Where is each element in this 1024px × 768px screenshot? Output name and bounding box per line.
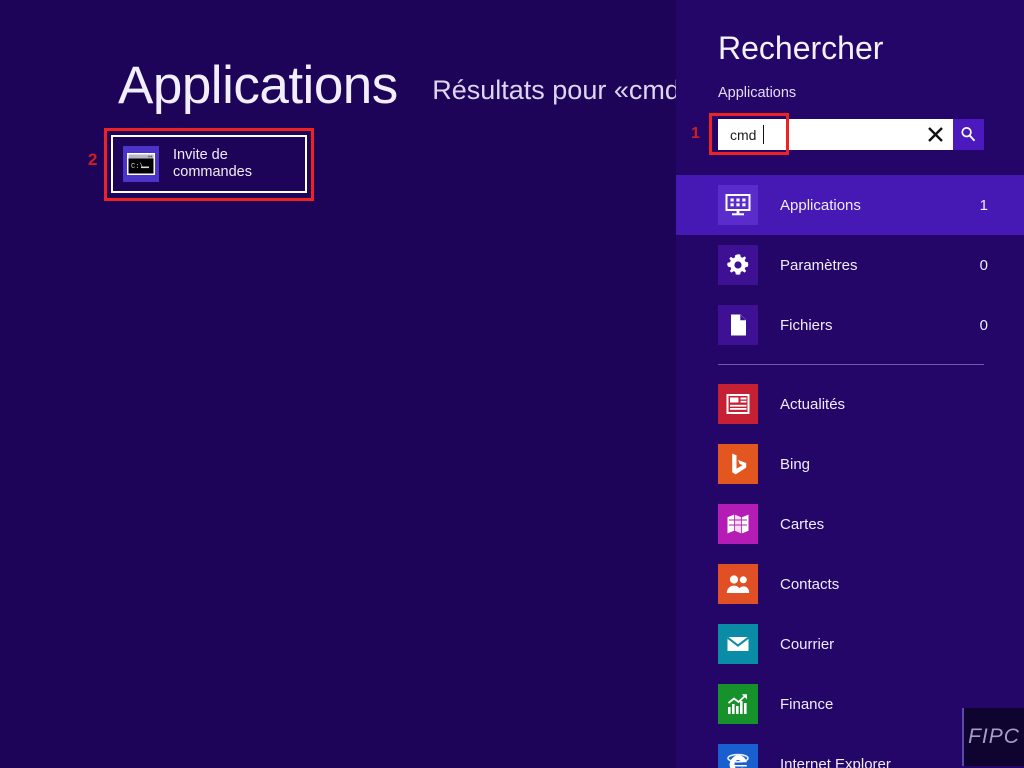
annotation-number-2: 2: [88, 150, 97, 170]
app-label: Actualités: [780, 396, 845, 413]
bing-icon: [718, 444, 758, 484]
monitor-icon: [718, 185, 758, 225]
scope-row-parametres[interactable]: Paramètres 0: [676, 235, 1024, 295]
map-icon: [718, 504, 758, 544]
app-row-cartes[interactable]: Cartes: [676, 494, 1024, 554]
search-icon: [959, 125, 978, 144]
app-label: Internet Explorer: [780, 756, 891, 768]
app-row-actualites[interactable]: Actualités: [676, 374, 1024, 434]
panel-scope-label: Applications: [718, 85, 796, 101]
scope-row-fichiers[interactable]: Fichiers 0: [676, 295, 1024, 355]
page-title: Applications: [118, 55, 398, 116]
search-submit-button[interactable]: [953, 119, 984, 150]
scope-label: Applications: [780, 197, 980, 214]
news-icon: [718, 384, 758, 424]
result-tile-invite-de-commandes[interactable]: C:\ Invite de commandes: [111, 135, 307, 193]
watermark: FIPC: [962, 708, 1024, 766]
scope-row-applications[interactable]: Applications 1: [676, 175, 1024, 235]
search-input[interactable]: [718, 119, 920, 150]
document-icon: [718, 305, 758, 345]
gear-icon: [718, 245, 758, 285]
search-input-wrapper[interactable]: [718, 119, 953, 150]
app-label: Courrier: [780, 636, 834, 653]
app-row-courrier[interactable]: Courrier: [676, 614, 1024, 674]
scope-count: 0: [980, 257, 988, 274]
annotation-number-1: 1: [691, 125, 700, 143]
panel-divider: [718, 364, 984, 365]
internet-explorer-icon: [718, 744, 758, 768]
scope-count: 0: [980, 317, 988, 334]
panel-title: Rechercher: [718, 30, 883, 67]
close-icon: [927, 126, 944, 143]
people-icon: [718, 564, 758, 604]
mail-icon: [718, 624, 758, 664]
result-tile-label: Invite de commandes: [173, 147, 252, 181]
app-label: Contacts: [780, 576, 839, 593]
text-cursor: [763, 125, 764, 144]
clear-search-button[interactable]: [920, 119, 950, 150]
results-header: Applications Résultats pour «cmd»: [118, 55, 676, 116]
chart-icon: [718, 684, 758, 724]
command-prompt-icon: C:\: [123, 146, 159, 182]
scope-label: Paramètres: [780, 257, 980, 274]
app-label: Finance: [780, 696, 833, 713]
app-label: Cartes: [780, 516, 824, 533]
scope-count: 1: [980, 197, 988, 214]
search-results-area: Applications Résultats pour «cmd» C:\ In…: [0, 0, 676, 768]
scope-label: Fichiers: [780, 317, 980, 334]
windows-search-screen: Applications Résultats pour «cmd» C:\ In…: [0, 0, 1024, 768]
app-row-contacts[interactable]: Contacts: [676, 554, 1024, 614]
search-bar: [718, 119, 984, 150]
results-subtitle: Résultats pour «cmd»: [432, 75, 676, 106]
search-charm-panel: Rechercher Applications: [676, 0, 1024, 768]
app-label: Bing: [780, 456, 810, 473]
app-row-bing[interactable]: Bing: [676, 434, 1024, 494]
